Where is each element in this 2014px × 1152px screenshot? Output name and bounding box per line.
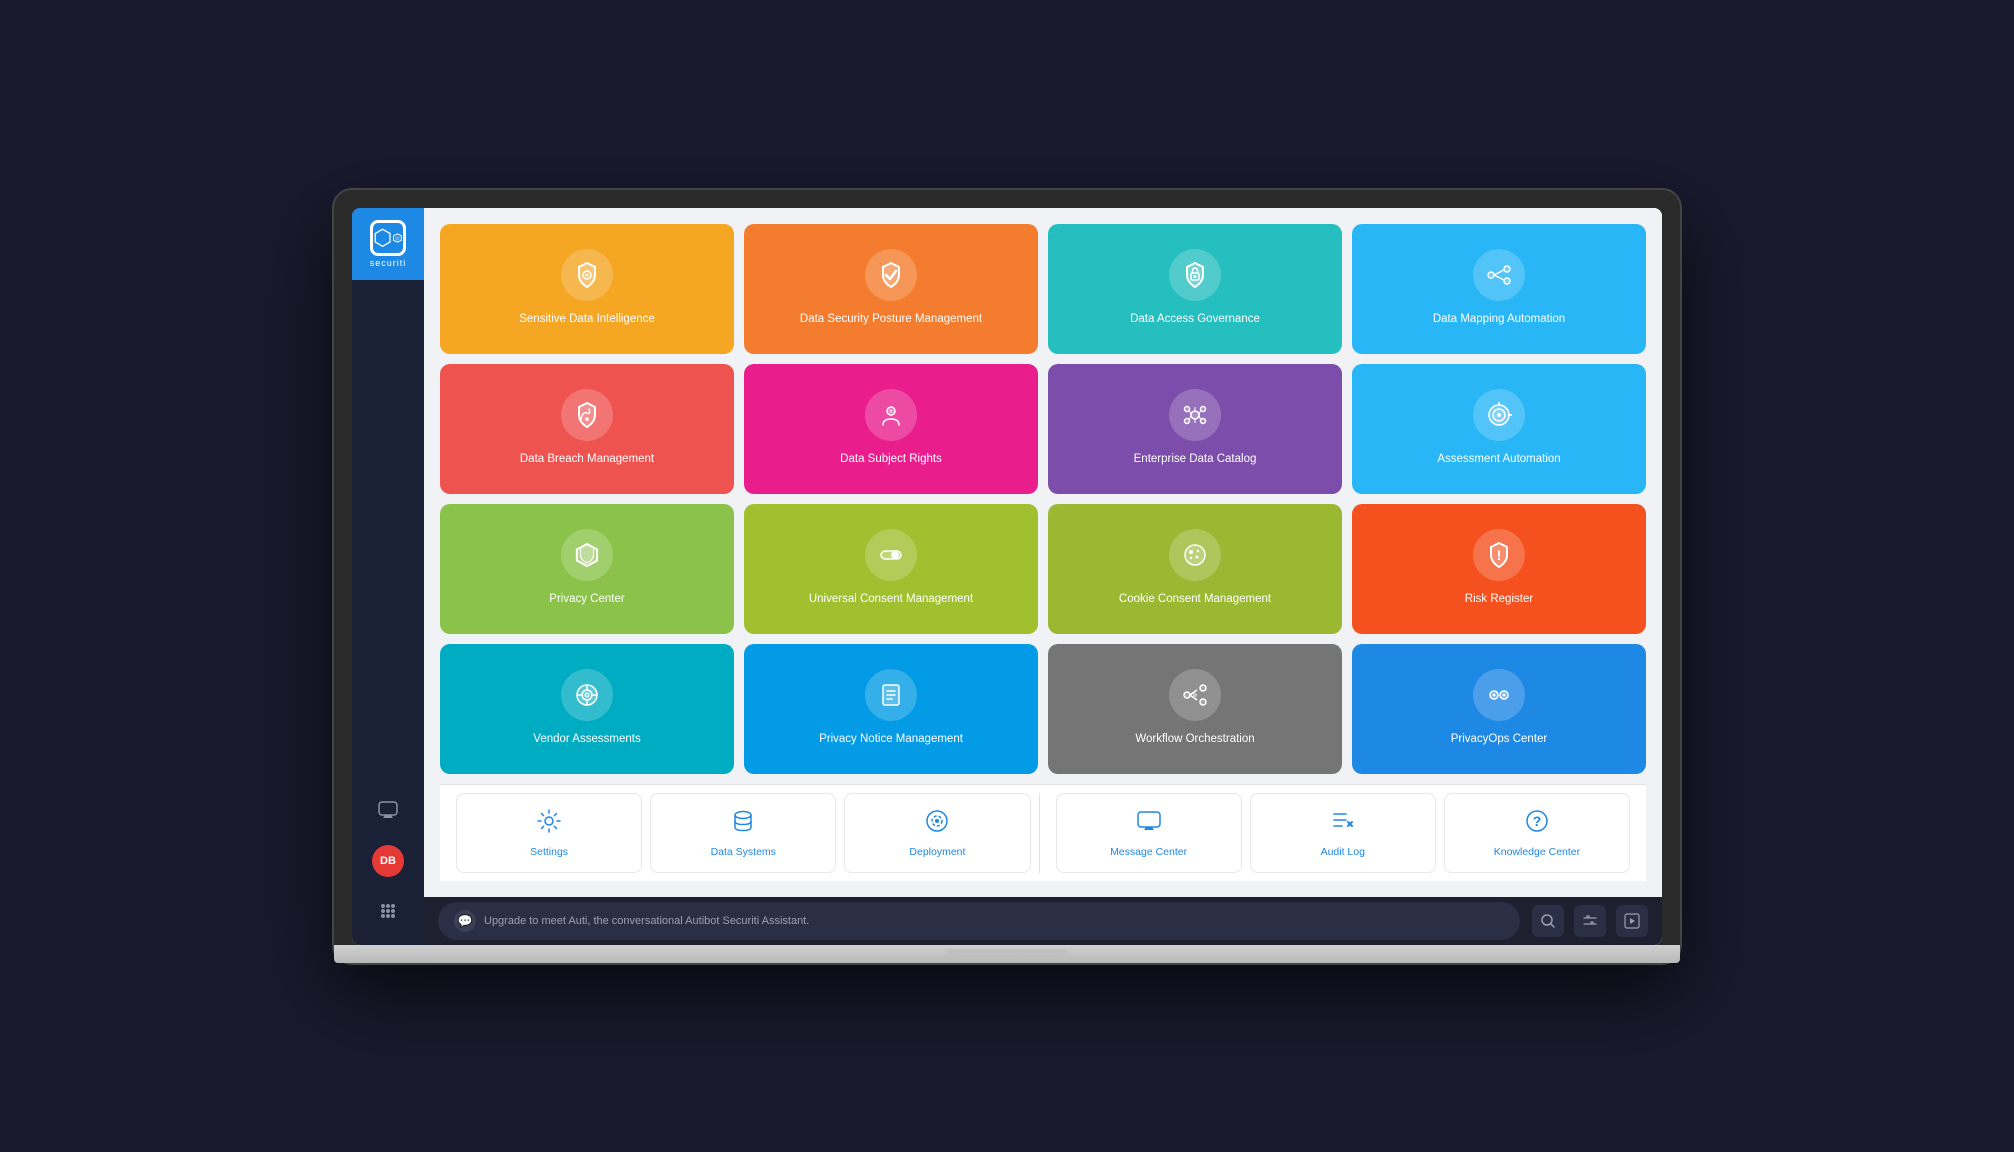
card-label-workflow: Workflow Orchestration <box>1135 731 1254 747</box>
card-icon-risk-register: ! <box>1473 529 1525 581</box>
cards-row-3: Privacy Center Universal Consent Managem… <box>440 504 1646 634</box>
utility-section-right: Message Center Audit Log <box>1039 793 1631 873</box>
card-label-assessment: Assessment Automation <box>1437 451 1560 467</box>
deployment-icon <box>924 808 950 840</box>
card-icon-enterprise-data <box>1169 389 1221 441</box>
card-universal-consent[interactable]: Universal Consent Management <box>744 504 1038 634</box>
card-data-subject-rights[interactable]: Data Subject Rights <box>744 364 1038 494</box>
card-risk-register[interactable]: ! Risk Register <box>1352 504 1646 634</box>
card-label-vendor: Vendor Assessments <box>533 731 640 747</box>
sidebar-logo[interactable]: securiti <box>352 208 424 280</box>
play-button[interactable] <box>1616 905 1648 937</box>
card-label-privacy-notice: Privacy Notice Management <box>819 731 963 747</box>
card-workflow[interactable]: Workflow Orchestration <box>1048 644 1342 774</box>
card-label-data-mapping: Data Mapping Automation <box>1433 311 1565 327</box>
sidebar-bottom: DB <box>370 793 406 945</box>
apps-icon[interactable] <box>370 893 406 929</box>
user-avatar[interactable]: DB <box>372 845 404 877</box>
utility-label-message-center: Message Center <box>1110 846 1187 858</box>
card-icon-privacyops <box>1473 669 1525 721</box>
audit-log-icon <box>1330 808 1356 840</box>
utility-label-knowledge-center: Knowledge Center <box>1494 846 1580 858</box>
card-vendor-assessments[interactable]: Vendor Assessments <box>440 644 734 774</box>
card-label-privacyops: PrivacyOps Center <box>1451 731 1548 747</box>
message-center-icon <box>1136 808 1162 840</box>
card-icon-assessment <box>1473 389 1525 441</box>
logo-text: securiti <box>370 258 407 268</box>
chat-bubble[interactable]: 💬 Upgrade to meet Auti, the conversation… <box>438 902 1520 940</box>
utility-label-settings: Settings <box>530 846 568 858</box>
card-data-mapping[interactable]: Data Mapping Automation <box>1352 224 1646 354</box>
laptop-base <box>334 945 1680 963</box>
app-container: securiti DB <box>352 208 1662 945</box>
card-privacy-center[interactable]: Privacy Center <box>440 504 734 634</box>
svg-text:?: ? <box>1533 813 1542 829</box>
card-privacyops[interactable]: PrivacyOps Center <box>1352 644 1646 774</box>
knowledge-center-icon: ? <box>1524 808 1550 840</box>
utility-card-deployment[interactable]: Deployment <box>844 793 1030 873</box>
status-bar: 💬 Upgrade to meet Auti, the conversation… <box>424 897 1662 945</box>
card-icon-workflow <box>1169 669 1221 721</box>
card-label-sensitive-data: Sensitive Data Intelligence <box>519 311 655 327</box>
card-icon-data-security <box>865 249 917 301</box>
cards-row-4: Vendor Assessments Privacy Notice Manage… <box>440 644 1646 774</box>
card-enterprise-data-catalog[interactable]: Enterprise Data Catalog <box>1048 364 1342 494</box>
card-data-access-governance[interactable]: Data Access Governance <box>1048 224 1342 354</box>
search-button[interactable] <box>1532 905 1564 937</box>
cards-row-1: Sensitive Data Intelligence Data Securit… <box>440 224 1646 354</box>
card-label-data-subject: Data Subject Rights <box>840 451 942 467</box>
card-data-breach[interactable]: Data Breach Management <box>440 364 734 494</box>
chat-bubble-icon: 💬 <box>454 910 476 932</box>
logo-icon <box>370 220 406 256</box>
settings-icon <box>536 808 562 840</box>
settings-button[interactable] <box>1574 905 1606 937</box>
screen: securiti DB <box>352 208 1662 945</box>
chat-icon[interactable] <box>370 793 406 829</box>
laptop-notch <box>947 949 1067 959</box>
card-icon-data-mapping <box>1473 249 1525 301</box>
utility-label-deployment: Deployment <box>909 846 965 858</box>
card-label-data-security: Data Security Posture Management <box>800 311 982 327</box>
utility-card-settings[interactable]: Settings <box>456 793 642 873</box>
card-icon-data-access <box>1169 249 1221 301</box>
sidebar: securiti DB <box>352 208 424 945</box>
chat-placeholder-text: Upgrade to meet Auti, the conversational… <box>484 915 809 927</box>
status-actions <box>1532 905 1648 937</box>
card-icon-privacy-notice <box>865 669 917 721</box>
utility-label-audit-log: Audit Log <box>1321 846 1365 858</box>
card-label-universal-consent: Universal Consent Management <box>809 591 973 607</box>
card-icon-vendor <box>561 669 613 721</box>
card-label-privacy-center: Privacy Center <box>549 591 624 607</box>
svg-text:!: ! <box>1497 547 1502 563</box>
utility-card-audit-log[interactable]: Audit Log <box>1250 793 1436 873</box>
utility-card-message-center[interactable]: Message Center <box>1056 793 1242 873</box>
card-label-data-breach: Data Breach Management <box>520 451 654 467</box>
utility-section-left: Settings <box>456 793 1031 873</box>
card-privacy-notice[interactable]: Privacy Notice Management <box>744 644 1038 774</box>
card-icon-sensitive-data <box>561 249 613 301</box>
utility-bar: Settings <box>440 784 1646 881</box>
card-icon-data-breach <box>561 389 613 441</box>
card-data-security-posture[interactable]: Data Security Posture Management <box>744 224 1038 354</box>
laptop-frame: securiti DB <box>332 188 1682 965</box>
card-label-cookie-consent: Cookie Consent Management <box>1119 591 1271 607</box>
card-icon-cookie-consent <box>1169 529 1221 581</box>
card-sensitive-data-intelligence[interactable]: Sensitive Data Intelligence <box>440 224 734 354</box>
card-cookie-consent[interactable]: Cookie Consent Management <box>1048 504 1342 634</box>
utility-card-data-systems[interactable]: Data Systems <box>650 793 836 873</box>
main-content: Sensitive Data Intelligence Data Securit… <box>424 208 1662 945</box>
card-label-enterprise-data: Enterprise Data Catalog <box>1134 451 1257 467</box>
data-systems-icon <box>730 808 756 840</box>
card-label-data-access: Data Access Governance <box>1130 311 1260 327</box>
card-icon-universal-consent <box>865 529 917 581</box>
card-icon-data-subject <box>865 389 917 441</box>
card-icon-privacy-center <box>561 529 613 581</box>
card-assessment-automation[interactable]: Assessment Automation <box>1352 364 1646 494</box>
utility-label-data-systems: Data Systems <box>711 846 776 858</box>
card-label-risk-register: Risk Register <box>1465 591 1533 607</box>
cards-grid-area: Sensitive Data Intelligence Data Securit… <box>424 208 1662 897</box>
cards-row-2: Data Breach Management Da <box>440 364 1646 494</box>
utility-card-knowledge-center[interactable]: ? Knowledge Center <box>1444 793 1630 873</box>
